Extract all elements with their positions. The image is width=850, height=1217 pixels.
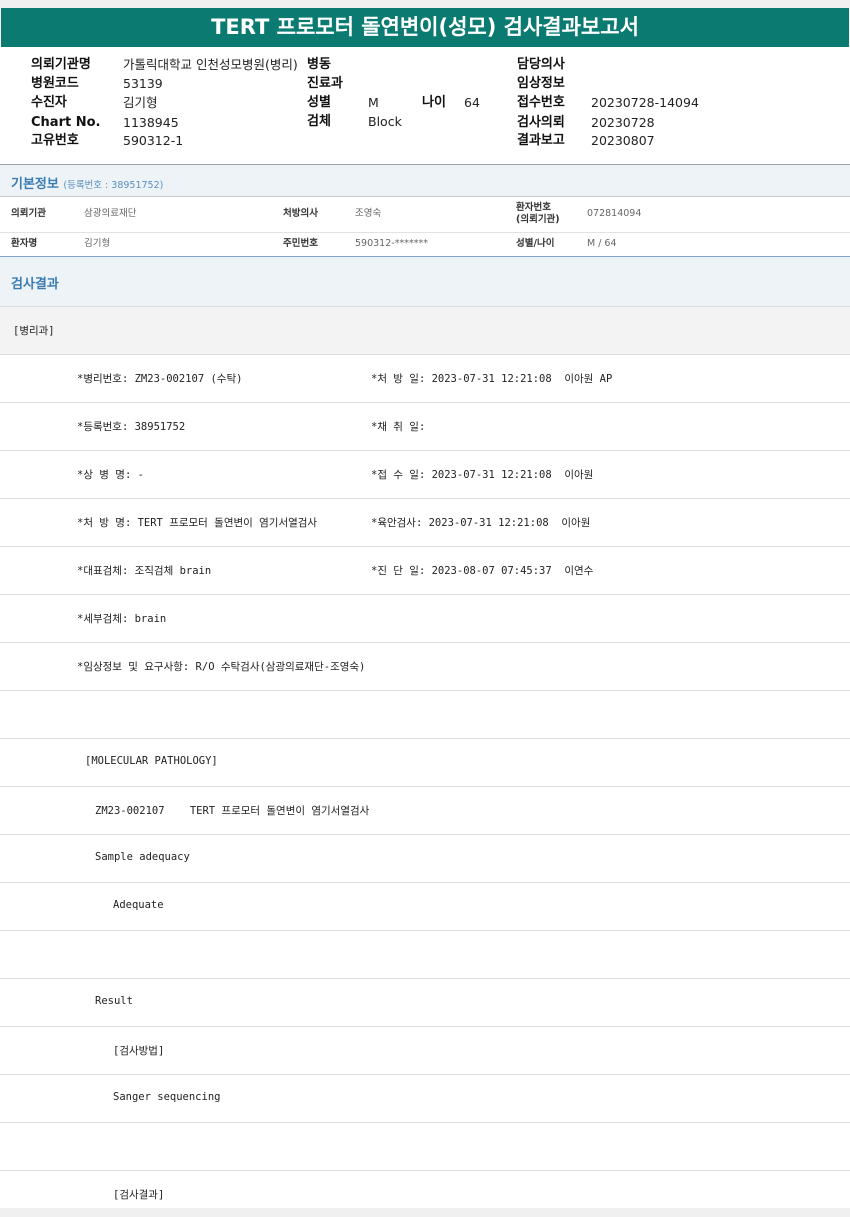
molecular-text: [MOLECULAR PATHOLOGY] [85,755,218,767]
result-row-10: Sample adequacy [0,835,850,883]
result-header-text: [검사결과] [113,1189,165,1201]
patient-label: 수진자 [31,95,67,110]
result-text: Result [95,995,133,1007]
info-patient-name-value: 김기형 [84,238,111,249]
info-sex-age-value: M / 64 [587,238,617,249]
result-row-9: ZM23-002107 TERT 프로모터 돌연변이 염기서열검사 [0,787,850,835]
basic-info-title: 기본정보 (등록번호 : 38951752) [11,177,164,192]
sex-value: M [368,95,379,110]
basic-info-divider [0,196,850,197]
result-row-7: *임상정보 및 요구사항: R/O 수탁검사(삼광의료재단-조영숙) [0,643,850,691]
diagnosis-date-text: *진 단 일: 2023-08-07 07:45:37 이연수 [371,565,594,577]
dept-text: [병리과] [13,325,55,337]
age-value: 64 [464,95,480,110]
result-row-2: *등록번호: 38951752 *채 취 일: [0,403,850,451]
info-rrn-value: 590312-******* [355,238,428,249]
request-label: 검사의뢰 [517,115,565,130]
result-row-dept: [병리과] [0,307,850,355]
test-line-text: ZM23-002107 TERT 프로모터 돌연변이 염기서열검사 [95,805,370,817]
result-row-empty-2 [0,931,850,979]
info-patient-name-label: 환자명 [11,238,38,249]
info-sex-age-label: 성별/나이 [516,238,555,249]
age-label: 나이 [422,95,446,110]
collect-date-text: *채 취 일: [371,421,426,433]
result-row-3: *상 병 명: - *접 수 일: 2023-07-31 12:21:08 이아… [0,451,850,499]
institution-label: 의뢰기관명 [31,57,91,72]
info-row-divider [0,232,850,233]
result-row-5: *대표검체: 조직검체 brain *진 단 일: 2023-08-07 07:… [0,547,850,595]
pathology-no-text: *병리번호: ZM23-002107 (수탁) [77,373,243,385]
specimen-label: 검체 [307,114,331,129]
result-row-6: *세부검체: brain [0,595,850,643]
result-row-empty-1 [0,691,850,739]
info-patient-no-label-2: (의뢰기관) [516,214,560,225]
sex-label: 성별 [307,95,331,110]
info-patient-no-value: 072814094 [587,208,642,219]
info-institution-value: 삼광의료재단 [84,208,137,219]
method-header-text: [검사방법] [113,1045,165,1057]
info-patient-no-label-1: 환자번호 [516,202,551,213]
info-institution-label: 의뢰기관 [11,208,46,219]
hospital-code-label: 병원코드 [31,76,79,91]
reg-no-text: *등록번호: 38951752 [77,421,186,433]
doctor-label: 담당의사 [517,57,565,72]
institution-value: 가톨릭대학교 인천성모병원(병리) [123,57,298,72]
results-bar [0,257,850,306]
method-text: Sanger sequencing [113,1091,221,1103]
specimen-value: Block [368,114,402,129]
report-value: 20230807 [591,133,655,148]
result-row-8: [MOLECULAR PATHOLOGY] [0,739,850,787]
bottom-strip [0,1208,850,1217]
prescribe-date-text: *처 방 일: 2023-07-31 12:21:08 이아원 AP [371,373,613,385]
info-prescriber-value: 조영숙 [355,208,382,219]
adequate-text: Adequate [113,899,164,911]
chart-no-label: Chart No. [31,115,101,130]
unique-no-value: 590312-1 [123,133,184,148]
result-row-13: [검사방법] [0,1027,850,1075]
disease-name-text: *상 병 명: - [77,469,144,481]
result-row-15: [검사결과] [0,1171,850,1208]
clinical-request-text: *임상정보 및 요구사항: R/O 수탁검사(삼광의료재단-조영숙) [77,661,366,673]
request-value: 20230728 [591,115,655,130]
result-row-14: Sanger sequencing [0,1075,850,1123]
unique-no-label: 고유번호 [31,133,79,148]
report-label: 결과보고 [517,133,565,148]
info-rrn-label: 주민번호 [283,238,318,249]
receipt-no-value: 20230728-14094 [591,95,699,110]
ward-label: 병동 [307,57,331,72]
result-row-empty-3 [0,1123,850,1171]
basic-info-reg-no: (등록번호 : 38951752) [63,180,164,191]
patient-value: 김기형 [123,95,158,110]
sample-adequacy-text: Sample adequacy [95,851,190,863]
results-title: 검사결과 [11,277,59,292]
order-name-text: *처 방 명: TERT 프로모터 돌연변이 염기서열검사 [77,517,318,529]
result-row-1: *병리번호: ZM23-002107 (수탁) *처 방 일: 2023-07-… [0,355,850,403]
gross-exam-text: *육안검사: 2023-07-31 12:21:08 이아원 [371,517,591,529]
receive-date-text: *접 수 일: 2023-07-31 12:21:08 이아원 [371,469,594,481]
hospital-code-value: 53139 [123,76,163,91]
sub-specimen-text: *세부검체: brain [77,613,167,625]
chart-no-value: 1138945 [123,115,179,130]
result-row-12: Result [0,979,850,1027]
top-strip [0,0,850,8]
report-title: TERT 프로모터 돌연변이(성모) 검사결과보고서 [1,8,849,47]
info-prescriber-label: 처방의사 [283,208,318,219]
rep-specimen-text: *대표검체: 조직검체 brain [77,565,212,577]
receipt-no-label: 접수번호 [517,95,565,110]
result-row-11: Adequate [0,883,850,931]
clinical-info-label: 임상정보 [517,76,565,91]
result-row-4: *처 방 명: TERT 프로모터 돌연변이 염기서열검사 *육안검사: 202… [0,499,850,547]
dept-label: 진료과 [307,76,343,91]
